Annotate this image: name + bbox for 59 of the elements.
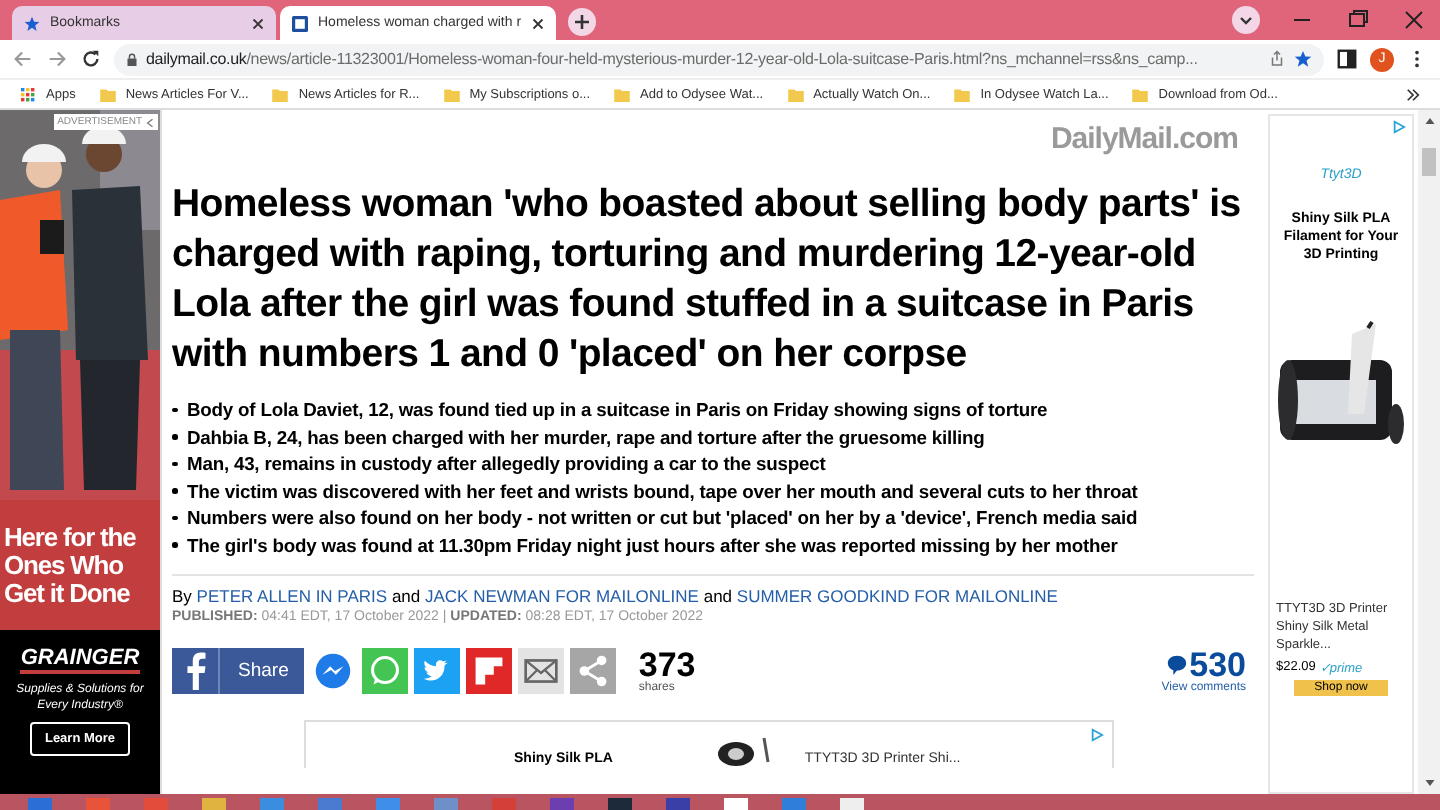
apps-icon xyxy=(20,87,36,101)
scroll-down-icon[interactable] xyxy=(1423,778,1435,788)
whatsapp-icon[interactable] xyxy=(362,648,409,694)
share-icon[interactable] xyxy=(570,648,617,694)
back-icon[interactable] xyxy=(12,48,34,70)
summary-bullet: Body of Lola Daviet, 12, was found tied up in a suitcase in Paris on Friday showing signs of torture xyxy=(187,396,1048,423)
scroll-up-icon[interactable] xyxy=(1423,116,1435,126)
folder-icon xyxy=(787,87,804,101)
tab-search-icon[interactable] xyxy=(1232,6,1260,34)
summary-bullet: The girl's body was found at 11.30pm Friday night just hours after she was reported missing by her mother xyxy=(187,531,1118,558)
author-link[interactable]: JACK NEWMAN FOR MAILONLINE xyxy=(425,586,699,606)
bullet-icon xyxy=(172,515,177,520)
star-icon[interactable] xyxy=(1294,50,1312,68)
ad-brand: GRAINGER xyxy=(20,646,140,674)
summary-bullet: Numbers were also found on her body - not written or cut but 'placed' on her by a 'device', French media said xyxy=(187,504,1138,531)
folder-icon xyxy=(614,87,631,101)
ad-choices-icon[interactable] xyxy=(1392,120,1406,134)
article-headline: Homeless woman 'who boasted about selling body parts' is charged with raping, torturing and murdering 12-year-old Lola after the girl was found stuffed in a suitcase in Paris with numbers 1 and 0 'placed' on her corpse xyxy=(172,180,1243,380)
bullet-icon xyxy=(172,461,177,466)
scrollbar[interactable] xyxy=(1418,110,1440,794)
more-bookmarks-icon[interactable] xyxy=(1406,87,1420,101)
folder-icon xyxy=(272,87,289,101)
bullet-icon xyxy=(172,488,177,493)
twitter-icon[interactable] xyxy=(414,648,461,694)
author-link[interactable]: PETER ALLEN IN PARIS xyxy=(196,586,388,606)
ad-info-icon[interactable] xyxy=(146,117,154,127)
facebook-icon xyxy=(186,652,206,690)
reload-icon[interactable] xyxy=(80,48,102,70)
lock-icon xyxy=(126,51,138,67)
close-icon[interactable] xyxy=(532,17,544,29)
comment-icon[interactable] xyxy=(1165,654,1188,676)
share-count: 373 xyxy=(638,648,696,682)
comment-count[interactable]: 530 xyxy=(1189,648,1246,682)
author-link[interactable]: SUMMER GOODKIND FOR MAILONLINE xyxy=(736,586,1058,606)
folder-icon xyxy=(99,87,116,101)
folder-icon xyxy=(954,87,971,101)
summary-bullet: Dahbia B, 24, has been charged with her murder, rape and torture after the gruesome killing xyxy=(187,423,985,450)
star-icon xyxy=(24,15,40,31)
share-icon[interactable] xyxy=(1268,50,1286,68)
scrollbar-thumb[interactable] xyxy=(1422,148,1436,176)
new-tab-icon[interactable] xyxy=(568,8,596,36)
bullet-icon xyxy=(172,434,177,439)
site-icon xyxy=(292,15,308,31)
ad-choices-icon[interactable] xyxy=(1090,728,1104,742)
ad-headline: Here for the Ones Who Get it Done xyxy=(4,523,138,607)
close-icon[interactable] xyxy=(252,17,264,29)
side-panel-icon[interactable] xyxy=(1336,48,1358,70)
summary-bullet: Man, 43, remains in custody after allegedly providing a car to the suspect xyxy=(187,450,826,477)
bullet-icon xyxy=(172,407,177,412)
bullet-icon xyxy=(172,542,177,547)
facebook-share-button[interactable]: Share xyxy=(172,648,305,694)
forward-icon[interactable] xyxy=(46,48,68,70)
folder-icon xyxy=(1132,87,1149,101)
folder-icon xyxy=(443,87,460,101)
flipboard-icon[interactable] xyxy=(466,648,513,694)
summary-bullet: The victim was discovered with her feet and wrists bound, tape over her mouth and several cuts to her throat xyxy=(187,477,1138,504)
address-field[interactable]: dailymail.co.uk/news/article-11323001/Homeless-woman-four-held-mysterious-murder-12-year-old-Lola-suitcase-Paris.html?ns_mchannel=rss&ns_camp... xyxy=(114,43,1324,75)
email-icon[interactable] xyxy=(518,648,565,694)
byline: By PETER ALLEN IN PARIS and JACK NEWMAN FOR MAILONLINE and SUMMER GOODKIND FOR MAILONLINE xyxy=(172,586,1060,606)
